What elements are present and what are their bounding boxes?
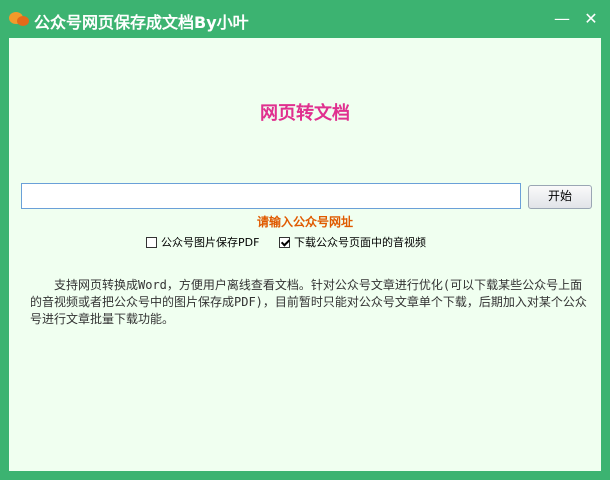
url-input[interactable] (21, 183, 521, 209)
chat-bubbles-icon (9, 12, 29, 26)
save-images-pdf-checkbox[interactable]: 公众号图片保存PDF (146, 235, 259, 249)
window-title: 公众号网页保存成文档By小叶 (34, 13, 249, 32)
save-images-pdf-label: 公众号图片保存PDF (161, 236, 260, 249)
close-button[interactable]: ✕ (580, 9, 602, 29)
main-panel: 网页转文档 开始 请输入公众号网址 公众号图片保存PDF 下载公众号页面中的音视… (9, 38, 601, 471)
download-media-label: 下载公众号页面中的音视频 (294, 236, 426, 249)
checkbox-box[interactable] (146, 236, 157, 248)
page-title: 网页转文档 (260, 103, 350, 124)
url-hint: 请输入公众号网址 (256, 215, 353, 229)
minimize-button[interactable]: — (551, 9, 573, 29)
title-bar[interactable]: 公众号网页保存成文档By小叶 — ✕ (0, 0, 610, 38)
checkbox-box[interactable] (279, 236, 290, 248)
download-media-checkbox[interactable]: 下载公众号页面中的音视频 (279, 235, 426, 249)
description-text: 支持网页转换成Word，方便用户离线查看文档。针对公众号文章进行优化(可以下载某… (30, 278, 587, 326)
start-button[interactable]: 开始 (528, 185, 592, 209)
